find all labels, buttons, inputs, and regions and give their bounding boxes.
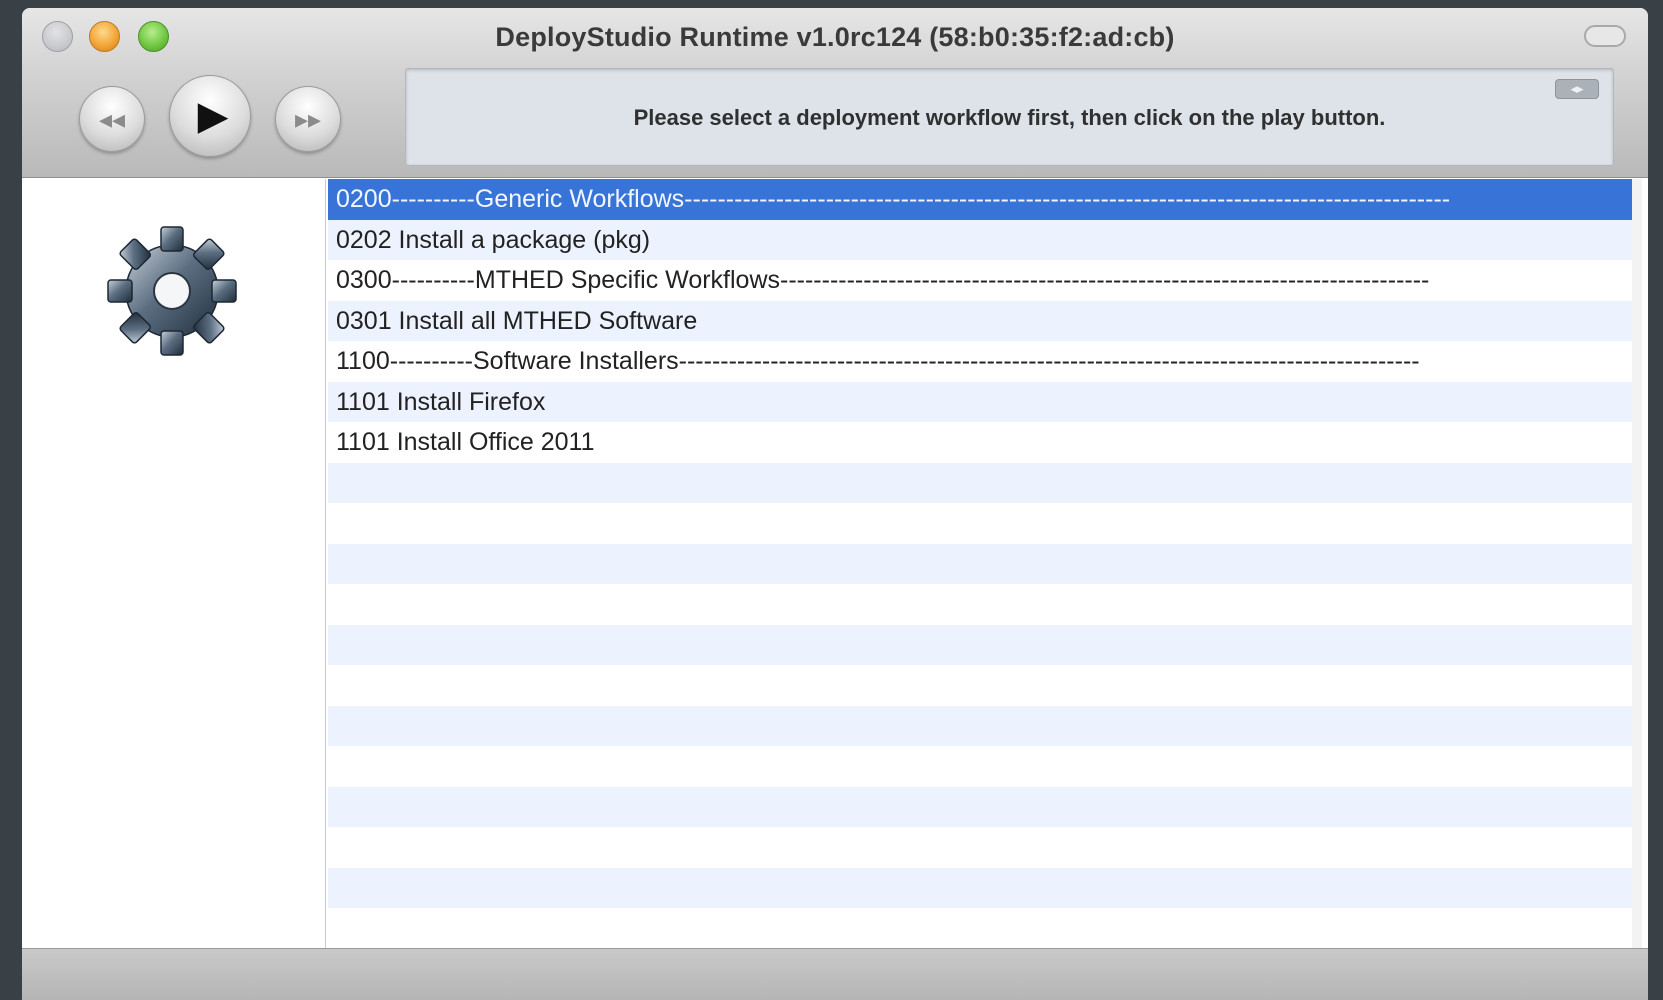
bottom-bar <box>22 948 1648 1000</box>
toolbar-toggle-button[interactable] <box>1584 25 1626 47</box>
play-icon: ▶ <box>197 94 229 138</box>
previous-button[interactable]: ◂◂ <box>79 86 145 152</box>
empty-row <box>328 584 1642 625</box>
workflow-row[interactable]: 1100----------Software Installers-------… <box>328 341 1642 382</box>
status-toggle-icon: ◂▸ <box>1570 81 1584 96</box>
empty-row <box>328 746 1642 787</box>
workflow-row[interactable]: 0300----------MTHED Specific Workflows--… <box>328 260 1642 301</box>
toolbar: DeployStudio Runtime v1.0rc124 (58:b0:35… <box>22 8 1648 178</box>
workflow-list[interactable]: 0200----------Generic Workflows---------… <box>328 179 1642 948</box>
play-button[interactable]: ▶ <box>169 75 251 157</box>
scrollbar[interactable] <box>1632 179 1642 948</box>
next-button[interactable]: ▸▸ <box>275 86 341 152</box>
empty-row <box>328 462 1642 503</box>
empty-row <box>328 908 1642 948</box>
empty-row <box>328 705 1642 746</box>
empty-row <box>328 665 1642 706</box>
sidebar <box>22 179 326 948</box>
empty-row <box>328 786 1642 827</box>
workflow-row[interactable]: 1101 Install Firefox <box>328 381 1642 422</box>
status-message: Please select a deployment workflow firs… <box>633 105 1386 130</box>
empty-row <box>328 624 1642 665</box>
fast-forward-icon: ▸▸ <box>294 103 322 134</box>
status-toggle-button[interactable]: ◂▸ <box>1555 79 1599 99</box>
workflow-row[interactable]: 1101 Install Office 2011 <box>328 422 1642 463</box>
status-panel: Please select a deployment workflow firs… <box>405 68 1614 166</box>
workflow-row[interactable]: 0202 Install a package (pkg) <box>328 219 1642 260</box>
rewind-icon: ◂◂ <box>98 103 126 134</box>
empty-row <box>328 503 1642 544</box>
gear-icon <box>107 226 237 356</box>
workflow-row[interactable]: 0200----------Generic Workflows---------… <box>328 179 1642 220</box>
workflow-row[interactable]: 0301 Install all MTHED Software <box>328 300 1642 341</box>
window-title: DeployStudio Runtime v1.0rc124 (58:b0:35… <box>495 22 1175 52</box>
empty-row <box>328 543 1642 584</box>
deploystudio-window: DeployStudio Runtime v1.0rc124 (58:b0:35… <box>22 8 1648 1000</box>
empty-row <box>328 867 1642 908</box>
empty-row <box>328 827 1642 868</box>
